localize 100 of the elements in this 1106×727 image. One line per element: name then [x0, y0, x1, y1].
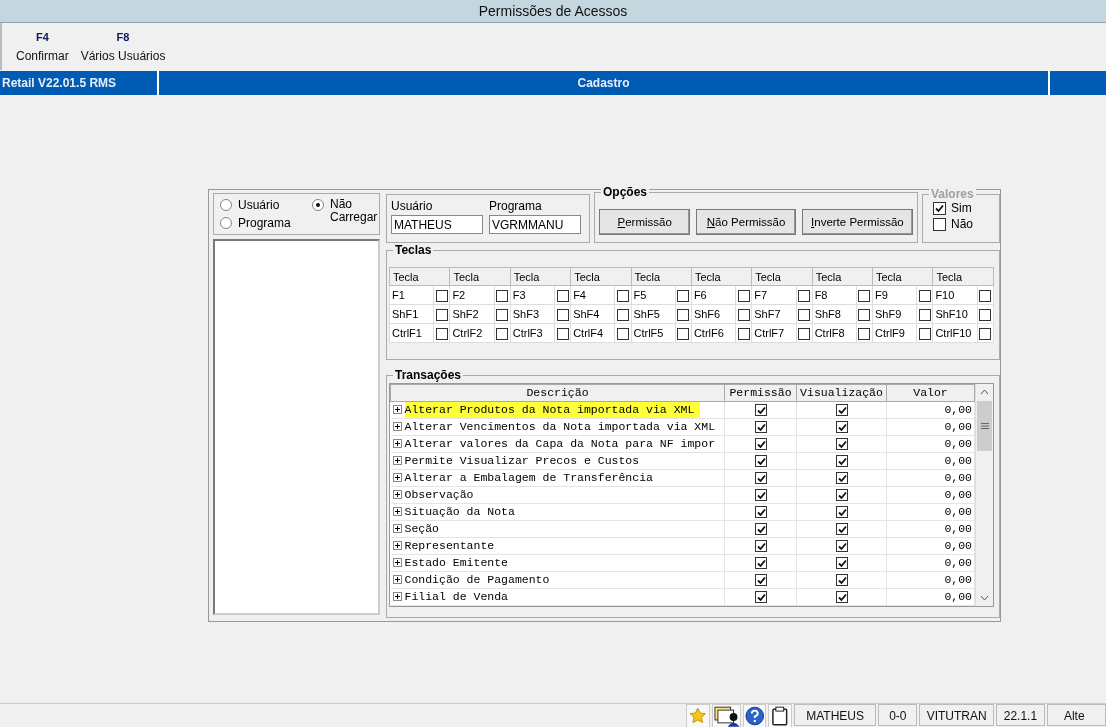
checkbox[interactable]: [918, 289, 931, 302]
column-header: Tecla: [510, 267, 571, 286]
checkbox[interactable]: [556, 327, 569, 340]
expand-icon[interactable]: [392, 592, 402, 602]
option-button[interactable]: Inverte Permissão: [801, 208, 913, 235]
expand-icon[interactable]: [392, 422, 402, 432]
expand-icon[interactable]: [392, 575, 402, 585]
checkbox[interactable]: [737, 289, 750, 302]
radio-button[interactable]: [220, 217, 232, 229]
radio-option[interactable]: Programa: [220, 216, 312, 230]
expand-icon[interactable]: [392, 405, 402, 415]
checkbox[interactable]: [754, 539, 767, 552]
checkbox[interactable]: [835, 488, 848, 501]
checkbox[interactable]: [754, 522, 767, 535]
checkbox[interactable]: [918, 327, 931, 340]
table-cell: 0,00: [886, 588, 975, 606]
column-header: Visualização: [796, 384, 887, 402]
expand-icon[interactable]: [392, 541, 402, 551]
checkbox[interactable]: [835, 420, 848, 433]
option-button[interactable]: Não Permissão: [696, 208, 796, 235]
scrollbar-thumb[interactable]: [977, 400, 992, 451]
help-icon[interactable]: [742, 704, 767, 727]
checkbox[interactable]: [858, 327, 871, 340]
checkbox[interactable]: [835, 437, 848, 450]
field-label: Usuário: [391, 199, 434, 213]
radio-button[interactable]: [220, 199, 232, 211]
checkbox[interactable]: [556, 289, 569, 302]
checkbox[interactable]: [737, 327, 750, 340]
group-title: Transações: [393, 367, 464, 382]
checkbox[interactable]: [677, 289, 690, 302]
checkbox[interactable]: [835, 539, 848, 552]
radio-option[interactable]: Usuário: [220, 198, 312, 212]
checkbox[interactable]: [798, 289, 811, 302]
checkbox[interactable]: [835, 454, 848, 467]
checkbox[interactable]: [616, 327, 629, 340]
checkbox[interactable]: [754, 403, 767, 416]
checkbox[interactable]: [835, 505, 848, 518]
radio-button[interactable]: [312, 199, 324, 211]
checkbox[interactable]: [496, 308, 509, 321]
checkbox[interactable]: [737, 308, 750, 321]
checkbox[interactable]: [754, 454, 767, 467]
table-cell: F6: [691, 285, 736, 305]
clipboard-icon[interactable]: [768, 704, 792, 727]
checkbox[interactable]: [798, 327, 811, 340]
checkbox[interactable]: [754, 471, 767, 484]
checkbox[interactable]: [979, 327, 992, 340]
transaction-name: Observação: [404, 486, 474, 503]
checkbox[interactable]: [754, 573, 767, 586]
checkbox[interactable]: [677, 327, 690, 340]
checkbox[interactable]: [858, 289, 871, 302]
checkbox[interactable]: [835, 556, 848, 569]
expand-icon[interactable]: [392, 558, 402, 568]
checkbox[interactable]: [798, 308, 811, 321]
text-field[interactable]: VGRMMANU: [489, 215, 581, 234]
toolbar-button[interactable]: F4 Confirmar: [12, 23, 73, 70]
expand-icon[interactable]: [392, 490, 402, 500]
checkbox[interactable]: [835, 471, 848, 484]
checkbox[interactable]: [435, 289, 448, 302]
table-cell: 0,00: [886, 469, 975, 487]
checkbox[interactable]: [754, 420, 767, 433]
group-title: Opções: [601, 185, 649, 199]
checkbox[interactable]: [835, 522, 848, 535]
checkbox[interactable]: [435, 308, 448, 321]
toolbar-button[interactable]: F8 Vários Usuários: [76, 23, 170, 70]
checkbox[interactable]: [677, 308, 690, 321]
expand-icon[interactable]: [392, 473, 402, 483]
checkbox[interactable]: [979, 289, 992, 302]
checkbox[interactable]: [754, 488, 767, 501]
option-button[interactable]: Permissão: [599, 208, 691, 235]
text-field[interactable]: MATHEUS: [391, 215, 483, 234]
checkbox[interactable]: [435, 327, 448, 340]
expand-icon[interactable]: [392, 456, 402, 466]
checkbox[interactable]: [979, 308, 992, 321]
checkbox[interactable]: [616, 308, 629, 321]
checkbox[interactable]: [835, 573, 848, 586]
table-cell: 0,00: [886, 401, 975, 419]
checkbox[interactable]: [754, 505, 767, 518]
checkbox[interactable]: [858, 308, 871, 321]
checkbox[interactable]: [616, 289, 629, 302]
column-header: Tecla: [812, 267, 873, 286]
column-header: Tecla: [570, 267, 631, 286]
checkbox[interactable]: [754, 590, 767, 603]
checkbox-label: Sim: [951, 201, 972, 215]
expand-icon[interactable]: [392, 524, 402, 534]
scrollbar[interactable]: [975, 383, 993, 606]
checkbox[interactable]: [496, 327, 509, 340]
checkbox[interactable]: [754, 437, 767, 450]
expand-icon[interactable]: [392, 507, 402, 517]
checkbox[interactable]: [556, 308, 569, 321]
checkbox[interactable]: [835, 403, 848, 416]
user-window-icon[interactable]: [711, 704, 741, 727]
table-cell: ShF3: [510, 304, 555, 324]
checkbox[interactable]: [835, 590, 848, 603]
table-cell: ShF10: [932, 304, 978, 324]
table-cell: CtrlF6: [691, 323, 736, 343]
expand-icon[interactable]: [392, 439, 402, 449]
radio-option[interactable]: Não Carregar: [312, 198, 382, 224]
checkbox[interactable]: [754, 556, 767, 569]
checkbox[interactable]: [918, 308, 931, 321]
checkbox[interactable]: [496, 289, 509, 302]
